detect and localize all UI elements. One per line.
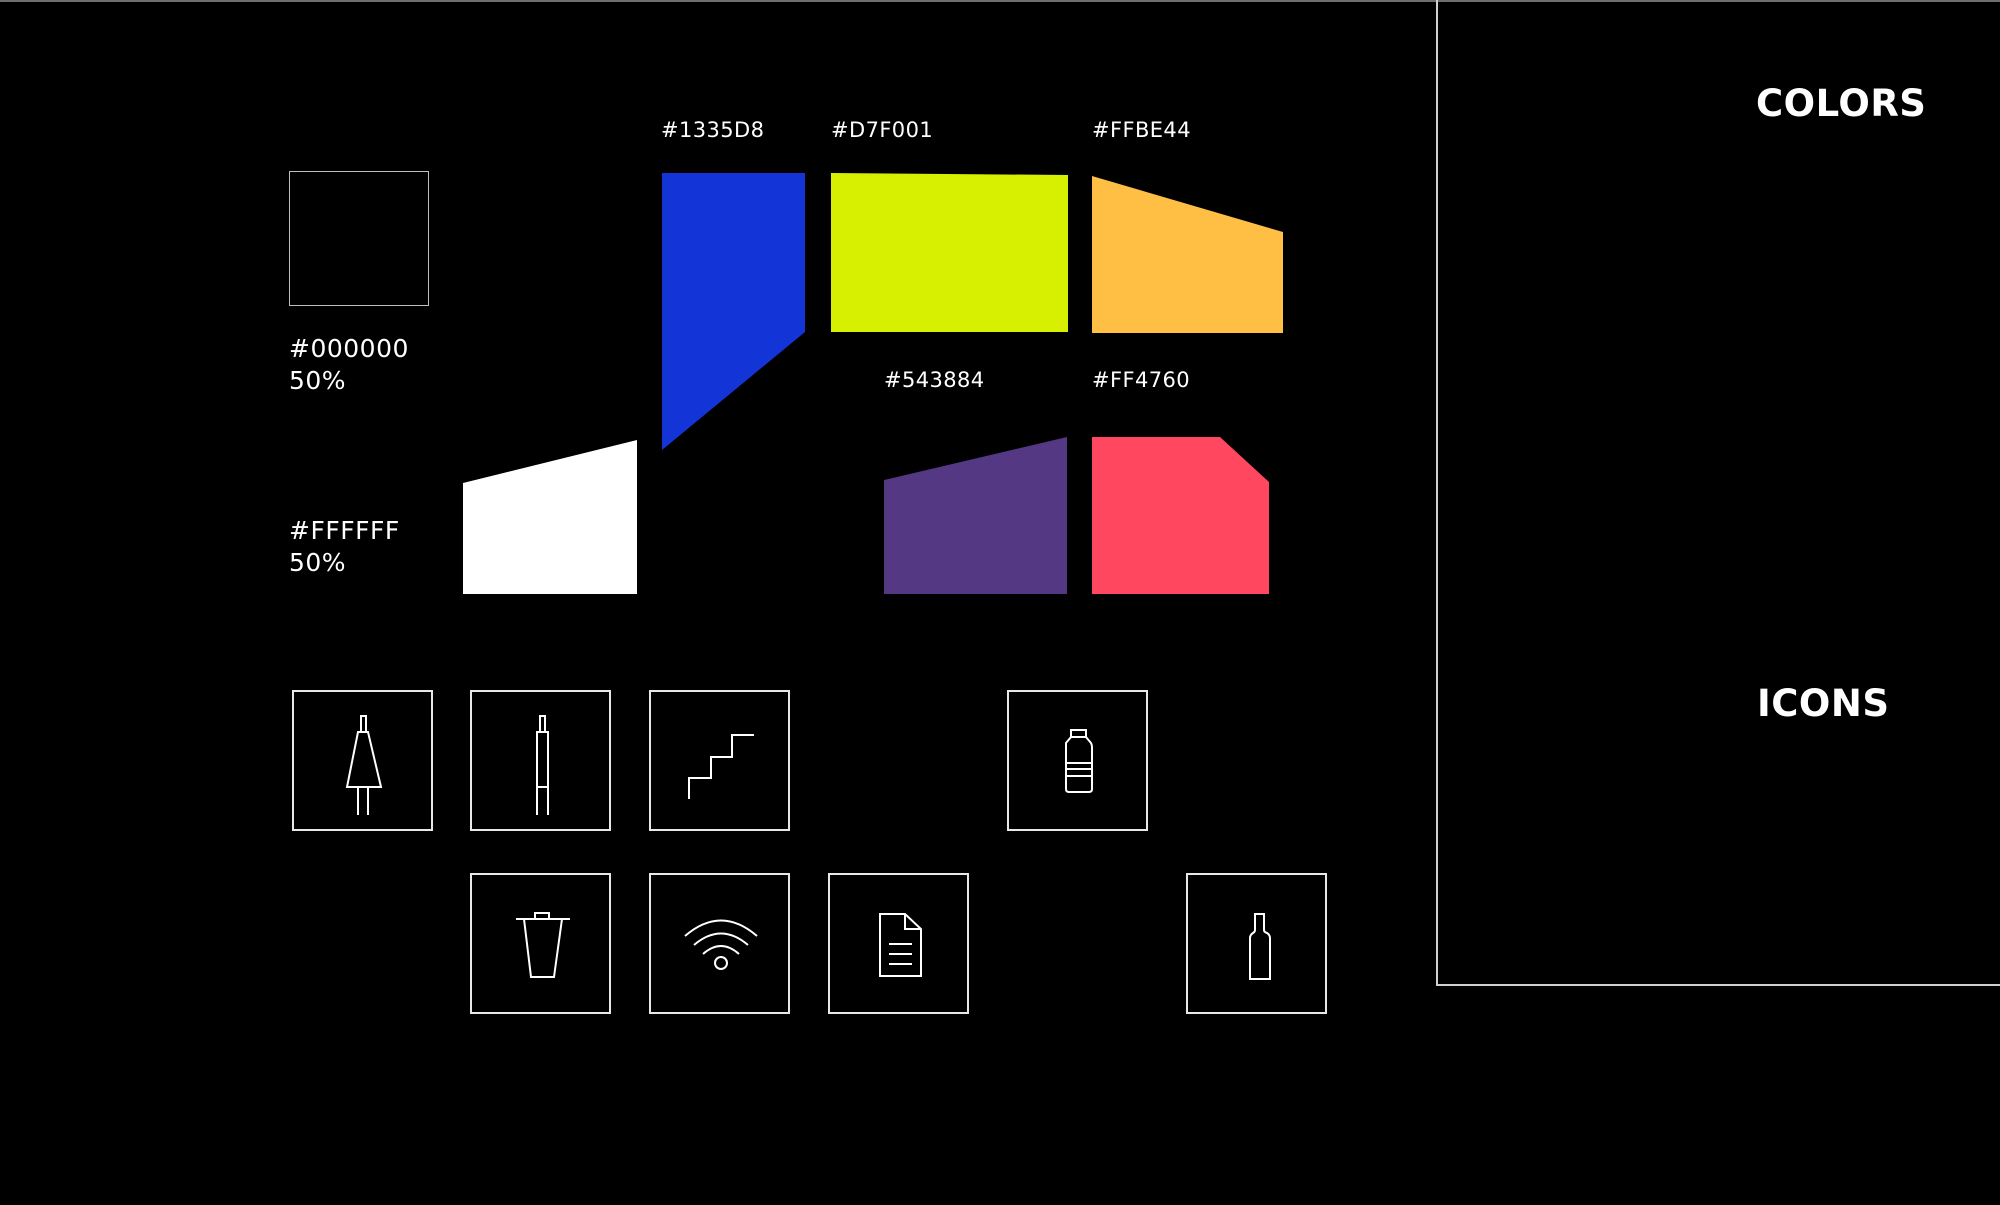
wine-bottle-icon — [1249, 913, 1271, 980]
icon-tile-trash-can[interactable] — [470, 873, 611, 1014]
trash-can-icon — [516, 912, 570, 978]
swatch-lime — [831, 173, 1068, 332]
icon-tile-water-bottle[interactable] — [1007, 690, 1148, 831]
document-icon — [879, 913, 922, 977]
icon-tile-wifi[interactable] — [649, 873, 790, 1014]
water-bottle-icon — [1065, 729, 1093, 793]
color-swatches — [463, 173, 1283, 594]
swatch-blue — [662, 173, 805, 450]
swatch-white — [463, 440, 637, 594]
swatch-amber — [1092, 176, 1283, 333]
stairs-icon — [688, 734, 754, 799]
swatch-coral — [1092, 437, 1269, 594]
icon-tile-wine-bottle[interactable] — [1186, 873, 1327, 1014]
icon-tile-document[interactable] — [828, 873, 969, 1014]
swatch-purple — [884, 437, 1067, 594]
womens-restroom-icon — [345, 715, 383, 815]
icon-tile-womens-restroom[interactable] — [292, 690, 433, 831]
wifi-icon — [684, 919, 758, 970]
icon-tile-mens-restroom[interactable] — [470, 690, 611, 831]
icon-tile-stairs[interactable] — [649, 690, 790, 831]
mens-restroom-icon — [536, 715, 549, 815]
